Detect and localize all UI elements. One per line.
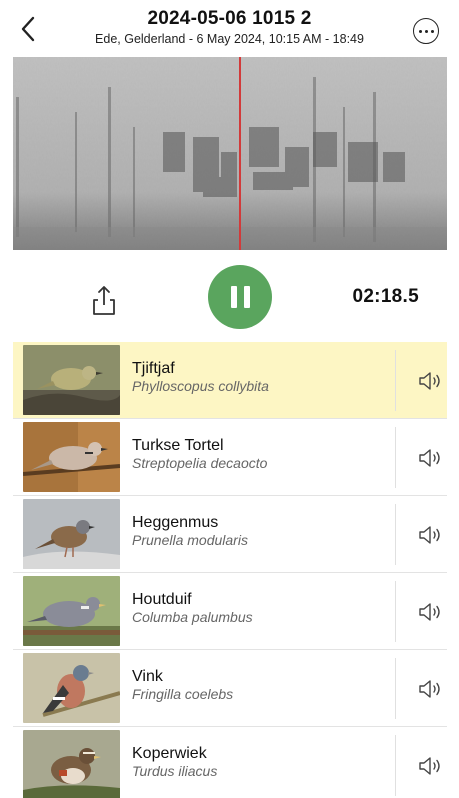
back-button[interactable] [14,12,42,46]
speaker-icon[interactable] [418,524,444,546]
bird-photo [23,730,120,798]
more-horizontal-icon [418,29,422,33]
species-latin-name: Turdus iliacus [132,763,218,779]
speaker-icon[interactable] [418,447,444,469]
bird-photo [23,653,120,723]
species-names: Heggenmus Prunella modularis [132,513,248,549]
chevron-left-icon [21,16,35,42]
species-common-name: Heggenmus [132,514,219,531]
speaker-icon[interactable] [418,601,444,623]
species-row[interactable]: Houtduif Columba palumbus [13,573,447,650]
share-button[interactable] [90,284,118,316]
row-divider [395,350,396,411]
species-latin-name: Columba palumbus [132,609,253,625]
player-controls: 02:18.5 [0,262,459,332]
species-names: Tjiftjaf Phylloscopus collybita [132,359,269,395]
species-row[interactable]: Koperwiek Turdus iliacus [13,727,447,798]
species-latin-name: Streptopelia decaocto [132,455,268,471]
species-row[interactable]: Vink Fringilla coelebs [13,650,447,727]
more-options-button[interactable] [413,18,439,44]
species-common-name: Turkse Tortel [132,437,224,454]
row-divider [395,735,396,796]
species-latin-name: Fringilla coelebs [132,686,234,702]
species-names: Turkse Tortel Streptopelia decaocto [132,436,267,472]
bird-photo [23,499,120,569]
speaker-icon[interactable] [418,755,444,777]
spectrogram[interactable] [13,57,447,250]
bird-photo [23,422,120,492]
species-row[interactable]: Heggenmus Prunella modularis [13,496,447,573]
species-names: Vink Fringilla coelebs [132,667,233,703]
species-common-name: Houtduif [132,591,192,608]
row-divider [395,504,396,565]
row-divider [395,427,396,488]
species-list: Tjiftjaf Phylloscopus collybita Turkse T… [13,342,447,798]
row-divider [395,581,396,642]
species-names: Houtduif Columba palumbus [132,590,253,626]
species-row[interactable]: Turkse Tortel Streptopelia decaocto [13,419,447,496]
species-row[interactable]: Tjiftjaf Phylloscopus collybita [13,342,447,419]
species-names: Koperwiek Turdus iliacus [132,744,217,780]
share-icon [93,286,115,315]
species-common-name: Koperwiek [132,745,207,762]
speaker-icon[interactable] [418,370,444,392]
pause-icon [230,286,237,308]
recording-subtitle: Ede, Gelderland - 6 May 2024, 10:15 AM -… [95,32,364,46]
species-common-name: Vink [132,668,163,685]
recording-title: 2024-05-06 1015 2 [147,8,312,29]
header-bar: 2024-05-06 1015 2 Ede, Gelderland - 6 Ma… [0,0,459,56]
bird-photo [23,576,120,646]
spectrogram-image [13,57,447,250]
playhead-marker[interactable] [239,57,241,250]
bird-photo [23,345,120,415]
speaker-icon[interactable] [418,678,444,700]
species-latin-name: Prunella modularis [132,532,248,548]
playback-time: 02:18.5 [352,286,419,307]
title-block: 2024-05-06 1015 2 Ede, Gelderland - 6 Ma… [60,8,399,47]
row-divider [395,658,396,719]
species-common-name: Tjiftjaf [132,360,175,377]
pause-button[interactable] [208,265,272,329]
species-latin-name: Phylloscopus collybita [132,378,269,394]
